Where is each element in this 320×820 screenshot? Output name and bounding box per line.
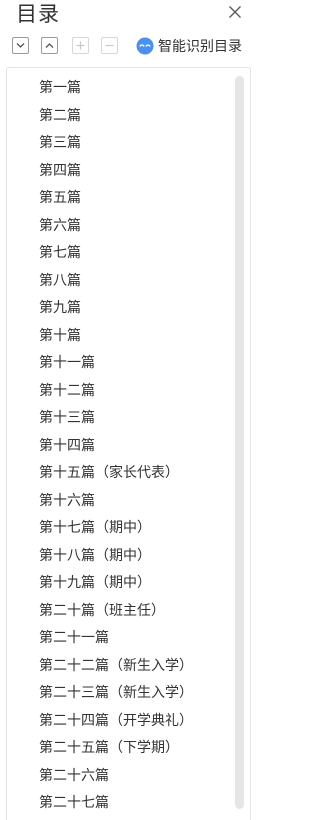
smart-recognize-button[interactable]: 智能识别目录 (136, 35, 242, 57)
toc-item[interactable]: 第十一篇 (7, 350, 193, 378)
toc-list-container: 第一篇 第二篇 第三篇 第四篇 第五篇 第六篇 第七篇 第八篇 第九篇 第十篇 第十一篇 第十二篇 第十… (6, 67, 251, 820)
toc-item[interactable]: 第十篇 (7, 323, 193, 351)
toc-item[interactable]: 第八篇 (7, 268, 193, 296)
toc-item[interactable]: 第十四篇 (7, 433, 193, 461)
toc-item[interactable]: 第十三篇 (7, 405, 193, 433)
toc-item[interactable]: 第二十篇（班主任） (7, 598, 193, 626)
toc-item[interactable]: 第五篇 (7, 185, 193, 213)
collapse-all-button[interactable] (41, 37, 58, 54)
minus-icon (105, 44, 114, 47)
add-entry-button[interactable] (72, 37, 89, 54)
toc-item[interactable]: 第三篇 (7, 130, 193, 158)
toc-item[interactable]: 第四篇 (7, 158, 193, 186)
toolbar: 智能识别目录 (0, 34, 253, 58)
toc-item[interactable]: 第十九篇（期中） (7, 570, 193, 598)
toc-item[interactable]: 第二十五篇（下学期） (7, 735, 193, 763)
plus-icon (76, 41, 85, 50)
chevron-down-icon (16, 43, 25, 48)
toc-item[interactable]: 第二篇 (7, 103, 193, 131)
toc-item[interactable]: 第十六篇 (7, 488, 193, 516)
toc-item[interactable]: 第二十六篇 (7, 763, 193, 791)
panel-title: 目录 (16, 2, 60, 26)
toc-item[interactable]: 第十八篇（期中） (7, 543, 193, 571)
toc-item[interactable]: 第二十七篇 (7, 790, 193, 818)
smart-recognize-icon (136, 37, 154, 55)
toc-item[interactable]: 第二十四篇（开学典礼） (7, 708, 193, 736)
toc-item[interactable]: 第二十一篇 (7, 625, 193, 653)
toc-list: 第一篇 第二篇 第三篇 第四篇 第五篇 第六篇 第七篇 第八篇 第九篇 第十篇 第十一篇 第十二篇 第十… (7, 75, 193, 818)
scrollbar[interactable] (235, 76, 244, 809)
expand-all-button[interactable] (12, 37, 29, 54)
toc-item[interactable]: 第十七篇（期中） (7, 515, 193, 543)
toc-item[interactable]: 第十五篇（家长代表） (7, 460, 193, 488)
toc-item[interactable]: 第六篇 (7, 213, 193, 241)
toc-item[interactable]: 第七篇 (7, 240, 193, 268)
toc-item[interactable]: 第二十三篇（新生入学） (7, 680, 193, 708)
toc-item[interactable]: 第十二篇 (7, 378, 193, 406)
toc-item[interactable]: 第二十二篇（新生入学） (7, 653, 193, 681)
chevron-up-icon (45, 43, 54, 48)
smart-recognize-label: 智能识别目录 (158, 39, 242, 55)
toc-item[interactable]: 第一篇 (7, 75, 193, 103)
toc-panel: 目录 智能识别目录 第一篇 第二篇 第三篇 第四篇 第五篇 第六篇 第七篇 第八… (0, 0, 253, 820)
remove-entry-button[interactable] (101, 37, 118, 54)
close-icon[interactable] (225, 2, 245, 22)
toc-item[interactable]: 第九篇 (7, 295, 193, 323)
